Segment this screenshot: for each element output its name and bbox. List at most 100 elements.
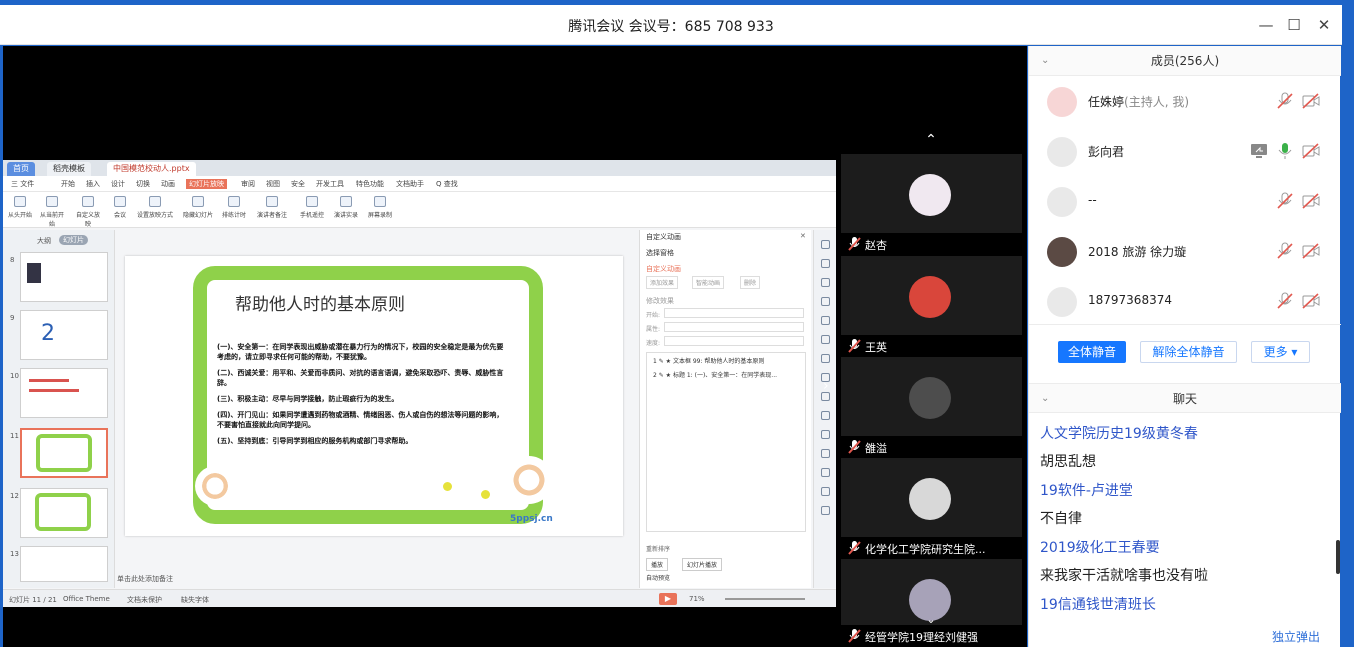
chat-scrollbar[interactable] [1336, 540, 1340, 574]
ppt-menu-item[interactable]: 设计 [111, 179, 125, 189]
member-row[interactable]: -- [1029, 176, 1341, 226]
camera-off-icon[interactable] [1301, 241, 1321, 261]
tool-icon[interactable] [820, 411, 830, 420]
ppt-tool[interactable]: 手机遥控 [299, 196, 325, 219]
panel-close-icon[interactable]: ✕ [800, 232, 806, 240]
mic-muted-icon[interactable] [1275, 91, 1295, 111]
ppt-tab-home[interactable]: 首页 [7, 162, 35, 176]
add-effect-button[interactable]: 添加效果 [646, 276, 679, 289]
ppt-tool[interactable]: 自定义放映 [75, 196, 101, 228]
play-button[interactable]: 播放 [646, 558, 669, 571]
collapse-video-icon[interactable]: › [823, 378, 829, 394]
ppt-tool[interactable]: 设置放映方式 [137, 196, 173, 219]
ppt-menu-item[interactable]: 插入 [86, 179, 100, 189]
play-slideshow-icon[interactable]: ▶ [659, 593, 677, 605]
video-tile[interactable]: 王英 [841, 256, 1022, 357]
ppt-tool[interactable]: 从当前开始 [39, 196, 65, 228]
tool-icon[interactable] [820, 297, 830, 306]
tool-icon[interactable] [820, 278, 830, 287]
camera-off-icon[interactable] [1301, 141, 1321, 161]
delete-button[interactable]: 删除 [740, 276, 761, 289]
slide-thumbnail[interactable] [20, 252, 108, 302]
ppt-tool[interactable]: 屏幕录制 [367, 196, 393, 219]
slides-tab[interactable]: 幻灯片 [59, 235, 88, 245]
tool-icon[interactable] [820, 506, 830, 515]
tool-icon[interactable] [820, 430, 830, 439]
more-button[interactable]: 更多 ▾ [1251, 341, 1310, 363]
video-tile[interactable]: 经管学院19理经刘健强 ⌄ [841, 559, 1022, 647]
animation-item[interactable]: 1 ✎ ★ 文本框 99: 帮助他人时的基本原则 [647, 353, 805, 368]
notes-placeholder[interactable]: 单击此处添加备注 [117, 574, 173, 584]
animation-item[interactable]: 2 ✎ ★ 标题 1: (一)、安全第一：在同学表现... [647, 368, 805, 381]
slide-thumbnail-selected[interactable] [20, 428, 108, 478]
slide-thumbnail[interactable]: 2 [20, 310, 108, 360]
zoom-slider[interactable] [725, 598, 805, 600]
ppt-tool[interactable]: 排练计时 [221, 196, 247, 219]
start-select[interactable] [664, 308, 804, 318]
outline-tab[interactable]: 大纲 [37, 236, 51, 246]
missing-font-status[interactable]: 缺失字体 [181, 595, 209, 605]
ppt-menu-item[interactable]: 文档助手 [396, 179, 424, 189]
tool-icon[interactable] [820, 316, 830, 325]
scroll-up-icon[interactable]: ⌃ [876, 132, 986, 154]
ppt-tool[interactable]: 从头开始 [7, 196, 33, 219]
ppt-menu-item[interactable]: Q 查找 [436, 179, 458, 189]
ppt-menu-item[interactable]: 切换 [136, 179, 150, 189]
member-row[interactable]: 18797368374 [1029, 276, 1341, 326]
slide-canvas[interactable]: 帮助他人时的基本原则 (一)、安全第一：在同学表现出威胁或潜在暴力行为的情况下，… [125, 256, 623, 536]
smart-animation-button[interactable]: 智能动画 [692, 276, 725, 289]
camera-off-icon[interactable] [1301, 291, 1321, 311]
video-tile[interactable]: 赵杏 [841, 154, 1022, 255]
ppt-tool[interactable]: 隐藏幻灯片 [181, 196, 215, 219]
slide-thumbnail[interactable] [20, 488, 108, 538]
ppt-tab-template[interactable]: 稻壳模板 [47, 162, 91, 176]
camera-off-icon[interactable] [1301, 91, 1321, 111]
ppt-menu-item[interactable]: 视图 [266, 179, 280, 189]
ppt-tool[interactable]: 会议 [107, 196, 133, 219]
select-window-link[interactable]: 选择窗格 [646, 248, 674, 258]
chevron-down-icon[interactable]: ⌄ [1041, 46, 1049, 76]
maximize-icon[interactable]: ☐ [1282, 13, 1306, 37]
tool-icon[interactable] [820, 335, 830, 344]
scroll-down-icon[interactable]: ⌄ [876, 614, 986, 625]
ppt-menu-item[interactable]: 特色功能 [356, 179, 384, 189]
tool-icon[interactable] [820, 487, 830, 496]
speed-select[interactable] [664, 336, 804, 346]
ppt-tool[interactable]: 演讲者备注 [255, 196, 289, 219]
ppt-menu-item[interactable]: 安全 [291, 179, 305, 189]
tool-icon[interactable] [820, 354, 830, 363]
members-header[interactable]: ⌄ 成员(256人) [1029, 46, 1341, 76]
slide-thumbnail[interactable] [20, 546, 108, 582]
autopreview-checkbox[interactable]: 自动预览 [646, 573, 670, 582]
popout-chat-link[interactable]: 独立弹出 [1272, 628, 1320, 645]
tool-icon[interactable] [820, 259, 830, 268]
mic-on-icon[interactable] [1275, 141, 1295, 161]
mute-all-button[interactable]: 全体静音 [1058, 341, 1126, 363]
ppt-menu-item[interactable]: 开发工具 [316, 179, 344, 189]
shared-screen[interactable]: 首页 稻壳模板 中国模范校动人.pptx 三 文件 开始 插入 设计 切换 动画… [3, 160, 836, 607]
slide-thumbnail[interactable] [20, 368, 108, 418]
tool-icon[interactable] [820, 468, 830, 477]
property-select[interactable] [664, 322, 804, 332]
ppt-menu-item[interactable]: 幻灯片放映 [186, 179, 227, 189]
ppt-tab-file[interactable]: 中国模范校动人.pptx [107, 162, 196, 176]
close-icon[interactable]: ✕ [1312, 13, 1336, 37]
video-tile[interactable]: 雒溢 [841, 357, 1022, 458]
member-row[interactable]: 彭向君 [1029, 126, 1341, 176]
minimize-icon[interactable]: — [1254, 13, 1278, 37]
ppt-menu-item[interactable]: 开始 [61, 179, 75, 189]
mic-muted-icon[interactable] [1275, 291, 1295, 311]
member-row[interactable]: 2018 旅游 徐力璇 [1029, 226, 1341, 276]
video-tile[interactable]: 化学化工学院研究生院... [841, 458, 1022, 559]
slideshow-button[interactable]: 幻灯片播放 [682, 558, 723, 571]
chat-header[interactable]: ⌄ 聊天 [1029, 383, 1341, 413]
ppt-tool[interactable]: 演讲实录 [333, 196, 359, 219]
chevron-down-icon[interactable]: ⌄ [1041, 384, 1049, 414]
unmute-all-button[interactable]: 解除全体静音 [1140, 341, 1237, 363]
camera-off-icon[interactable] [1301, 191, 1321, 211]
zoom-level[interactable]: 71% [689, 595, 705, 603]
protect-status[interactable]: 文档未保护 [127, 595, 162, 605]
member-row[interactable]: 任姝婷(主持人, 我) [1029, 76, 1341, 126]
ppt-menu-item[interactable]: 审阅 [241, 179, 255, 189]
ppt-menu-item[interactable]: 三 文件 [11, 179, 34, 189]
